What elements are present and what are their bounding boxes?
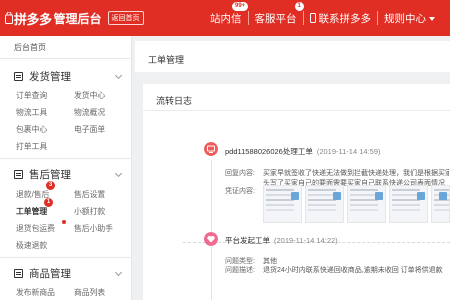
nav-divider — [247, 11, 249, 25]
sidebar: 后台首页 发货管理 订单查询 发货中心 物流工具 物流概况 包裹中心 电子面单 … — [0, 36, 132, 300]
proof-image-thumbnail[interactable] — [305, 185, 344, 223]
proof-label: 凭证内容: — [225, 188, 255, 195]
section-shipping-header[interactable]: 发货管理 — [14, 69, 71, 84]
page-title: 工单管理 — [148, 55, 185, 65]
sidebar-link-fast-refund[interactable]: 极速退款 — [16, 240, 47, 251]
sidebar-link-after-sale-settings[interactable]: 售后设置 — [74, 189, 105, 200]
nav-contact-label: 联系拼多多 — [318, 12, 372, 25]
nav-messages[interactable]: 站内信 99+ — [210, 1, 249, 26]
ticket-count-badge: 1 — [44, 198, 53, 207]
sidebar-link-order-query[interactable]: 订单查询 — [16, 90, 47, 101]
section-after-sale-header[interactable]: 售后管理 — [14, 167, 71, 182]
log-entry-header: 平台发起工单 (2019-11-14 14:22) — [225, 235, 338, 246]
issue-description-label: 问题描述: — [225, 267, 255, 274]
log-actor: 平台发起工单 — [225, 236, 270, 245]
proof-image-thumbnail[interactable] — [389, 185, 428, 223]
sidebar-link-after-sale-assistant[interactable]: 售后小助手 — [74, 223, 113, 234]
brand-name: 拼多多 — [14, 11, 52, 27]
back-home-button[interactable]: 返回首页 — [107, 11, 144, 25]
logo[interactable]: 拼多多 管理后台 — [5, 9, 102, 28]
nav-divider — [377, 11, 378, 25]
sidebar-link-ship-center[interactable]: 发货中心 — [74, 90, 105, 101]
nav-customer-service[interactable]: 客服平台 1 — [254, 1, 304, 26]
reply-label: 回复内容: — [225, 170, 255, 177]
section-title: 商品管理 — [29, 268, 71, 280]
proof-image-thumbnail[interactable] — [431, 185, 450, 223]
sidebar-divider — [0, 158, 132, 159]
chevron-down-icon[interactable] — [114, 268, 123, 277]
section-title: 发货管理 — [29, 71, 71, 83]
log-time: (2019-11-14 14:22) — [274, 236, 338, 245]
nav-messages-label: 站内信 — [210, 12, 242, 25]
sidebar-link-goods-list[interactable]: 商品列表 — [74, 287, 105, 298]
sidebar-divider — [0, 58, 132, 59]
customer-service-badge: 1 — [294, 1, 304, 11]
log-panel: 流转日志 pdd11588026026处理工单 (2019-11-14 14:59… — [143, 84, 450, 300]
caret-down-icon — [429, 16, 435, 21]
app-title: 管理后台 — [53, 11, 102, 26]
after-sale-icon — [14, 170, 23, 179]
reply-text: 买家早就签收了快递无法做到拦截快递处理，我们是根据买家的需求发货的 — [263, 170, 449, 177]
section-title: 售后管理 — [29, 169, 71, 181]
new-dot — [62, 220, 66, 224]
log-entry-header: pdd11588026026处理工单 (2019-11-14 14:59) — [225, 146, 381, 157]
sidebar-divider — [0, 257, 132, 258]
chevron-down-icon[interactable] — [114, 71, 123, 80]
log-title: 流转日志 — [156, 96, 193, 106]
goods-icon — [14, 269, 23, 278]
nav-divider — [302, 11, 304, 25]
ticket-log-icon — [204, 142, 218, 156]
proof-image-thumbnail[interactable] — [263, 185, 302, 223]
sidebar-home-link[interactable]: 后台首页 — [14, 42, 46, 53]
sidebar-link-small-payment[interactable]: 小额打款 — [74, 206, 105, 217]
shopping-bag-icon — [5, 12, 13, 24]
refund-count-badge: 3 — [46, 181, 55, 190]
nav-customer-service-label: 客服平台 — [254, 12, 297, 25]
timeline-line — [211, 160, 212, 300]
nav-rules-label: 规则中心 — [384, 12, 426, 25]
platform-log-icon — [204, 232, 218, 246]
section-goods-header[interactable]: 商品管理 — [14, 266, 71, 281]
nav-contact-pdd[interactable]: 联系拼多多 — [309, 11, 372, 26]
nav-rules-center[interactable]: 规则中心 — [384, 11, 435, 26]
sidebar-link-logistics-tools[interactable]: 物流工具 — [16, 107, 47, 118]
sidebar-link-return-shipping[interactable]: 退货包运费 — [16, 223, 55, 234]
page-title-panel: 工单管理 — [135, 41, 450, 72]
messages-count-badge: 99+ — [232, 1, 249, 11]
sidebar-link-package-center[interactable]: 包裹中心 — [16, 124, 47, 135]
sidebar-link-print-tool[interactable]: 打单工具 — [16, 141, 47, 152]
chevron-down-icon[interactable] — [114, 169, 123, 178]
top-bar: 拼多多 管理后台 返回首页 站内信 99+ 客服平台 1 联系拼多多 规则中心 — [0, 0, 450, 36]
sidebar-link-publish-goods[interactable]: 发布新商品 — [16, 287, 55, 298]
top-nav: 站内信 99+ 客服平台 1 联系拼多多 规则中心 — [210, 0, 435, 36]
log-time: (2019-11-14 14:59) — [316, 147, 381, 156]
truck-icon — [14, 72, 23, 81]
sidebar-link-e-waybill[interactable]: 电子面单 — [74, 124, 105, 135]
sidebar-link-logistics-overview[interactable]: 物流概况 — [74, 107, 105, 118]
issue-description-value: 退货24小时内联系快递回收商品,逾期未收回 订单将供退款 — [263, 267, 443, 274]
log-actor: pdd11588026026处理工单 — [225, 147, 313, 156]
panel-divider — [143, 110, 450, 111]
phone-icon — [309, 12, 316, 23]
proof-image-thumbnail[interactable] — [347, 185, 386, 223]
sidebar-link-ticket-management[interactable]: 工单管理 — [16, 206, 47, 217]
